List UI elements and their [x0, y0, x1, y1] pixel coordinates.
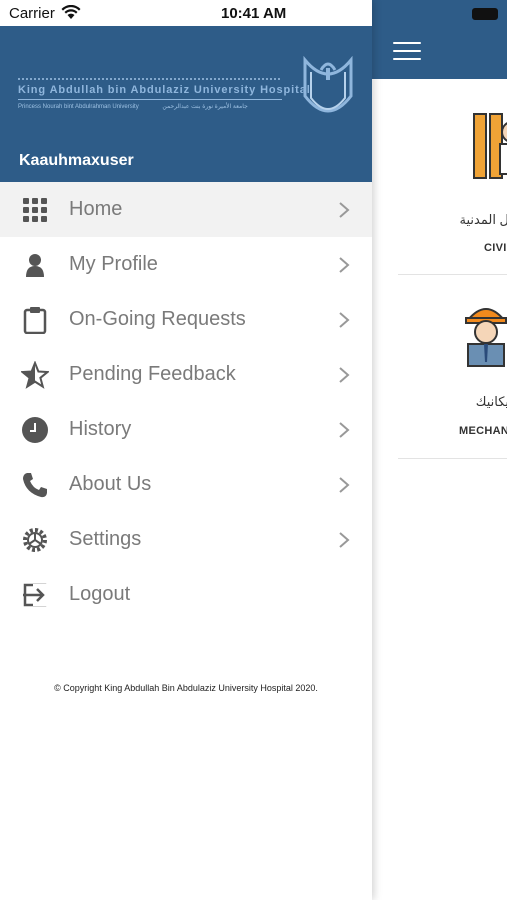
copyright-text: © Copyright King Abdullah Bin Abdulaziz … [54, 683, 318, 693]
hospital-emblem-icon [303, 56, 353, 113]
arabic-logo-text [18, 70, 280, 80]
screen: ل المدنية CIVI يكانيك MECHAN Carrier 10:… [0, 0, 507, 900]
menu-label: Home [69, 198, 123, 220]
drawer-header: King Abdullah bin Abdulaziz University H… [0, 26, 372, 182]
app-header [372, 0, 507, 79]
logo-subtitle-left: Princess Nourah bint Abdulrahman Univers… [18, 104, 139, 110]
star-icon [21, 361, 49, 389]
menu-item-logout[interactable]: Logout [0, 567, 372, 622]
menu-label: My Profile [69, 253, 158, 275]
side-drawer: Carrier 10:41 AM King Abdullah bin Abdul… [0, 0, 372, 900]
chevron-right-icon [339, 202, 350, 218]
logo-subtitle: Princess Nourah bint Abdulrahman Univers… [18, 103, 282, 110]
gear-icon [23, 528, 47, 552]
grid-icon [23, 198, 47, 222]
phone-icon [23, 473, 47, 498]
logo-divider [18, 99, 282, 100]
construction-worker-icon [473, 113, 507, 179]
category-arabic-label: يكانيك [475, 394, 507, 409]
person-icon [26, 254, 44, 277]
username: Kaauhmaxuser [19, 152, 134, 169]
chevron-right-icon [339, 532, 350, 548]
battery-icon [472, 8, 498, 20]
logo-english-name: King Abdullah bin Abdulaziz University H… [18, 84, 311, 96]
status-bar: Carrier 10:41 AM [0, 0, 372, 26]
category-card-mechanical[interactable]: يكانيك MECHAN [398, 300, 507, 459]
menu-label: Settings [69, 528, 142, 550]
chevron-right-icon [339, 367, 350, 383]
menu-item-my-profile[interactable]: My Profile [0, 237, 372, 292]
category-card-civil[interactable]: ل المدنية CIVI [398, 110, 507, 275]
menu-item-ongoing-requests[interactable]: On-Going Requests [0, 292, 372, 347]
logo-subtitle-right: جامعة الأميرة نورة بنت عبدالرحمن [162, 104, 248, 110]
wifi-icon [61, 5, 81, 19]
menu-label: About Us [69, 473, 152, 495]
hamburger-menu-icon[interactable] [393, 42, 421, 62]
clock-icon [22, 417, 48, 443]
menu-item-history[interactable]: History [0, 402, 372, 457]
drawer-menu: Home My Profile On-Going Requests Pendin… [0, 182, 372, 622]
menu-item-settings[interactable]: Settings [0, 512, 372, 567]
category-english-label: CIVI [484, 242, 507, 254]
menu-item-pending-feedback[interactable]: Pending Feedback [0, 347, 372, 402]
menu-label: On-Going Requests [69, 308, 246, 330]
chevron-right-icon [339, 477, 350, 493]
category-arabic-label: ل المدنية [459, 212, 507, 227]
background-app[interactable]: ل المدنية CIVI يكانيك MECHAN [372, 0, 507, 900]
engineer-icon [465, 308, 507, 367]
chevron-right-icon [339, 257, 350, 273]
menu-item-home[interactable]: Home [0, 182, 372, 237]
chevron-right-icon [339, 422, 350, 438]
clock-time: 10:41 AM [221, 5, 287, 22]
category-english-label: MECHAN [459, 425, 507, 437]
carrier-label: Carrier [9, 5, 55, 22]
menu-label: Pending Feedback [69, 363, 236, 385]
logout-icon [23, 583, 47, 607]
menu-label: History [69, 418, 132, 440]
hospital-logo: King Abdullah bin Abdulaziz University H… [18, 66, 311, 122]
clipboard-icon [23, 307, 47, 334]
menu-label: Logout [69, 583, 131, 605]
menu-item-about-us[interactable]: About Us [0, 457, 372, 512]
chevron-right-icon [339, 312, 350, 328]
